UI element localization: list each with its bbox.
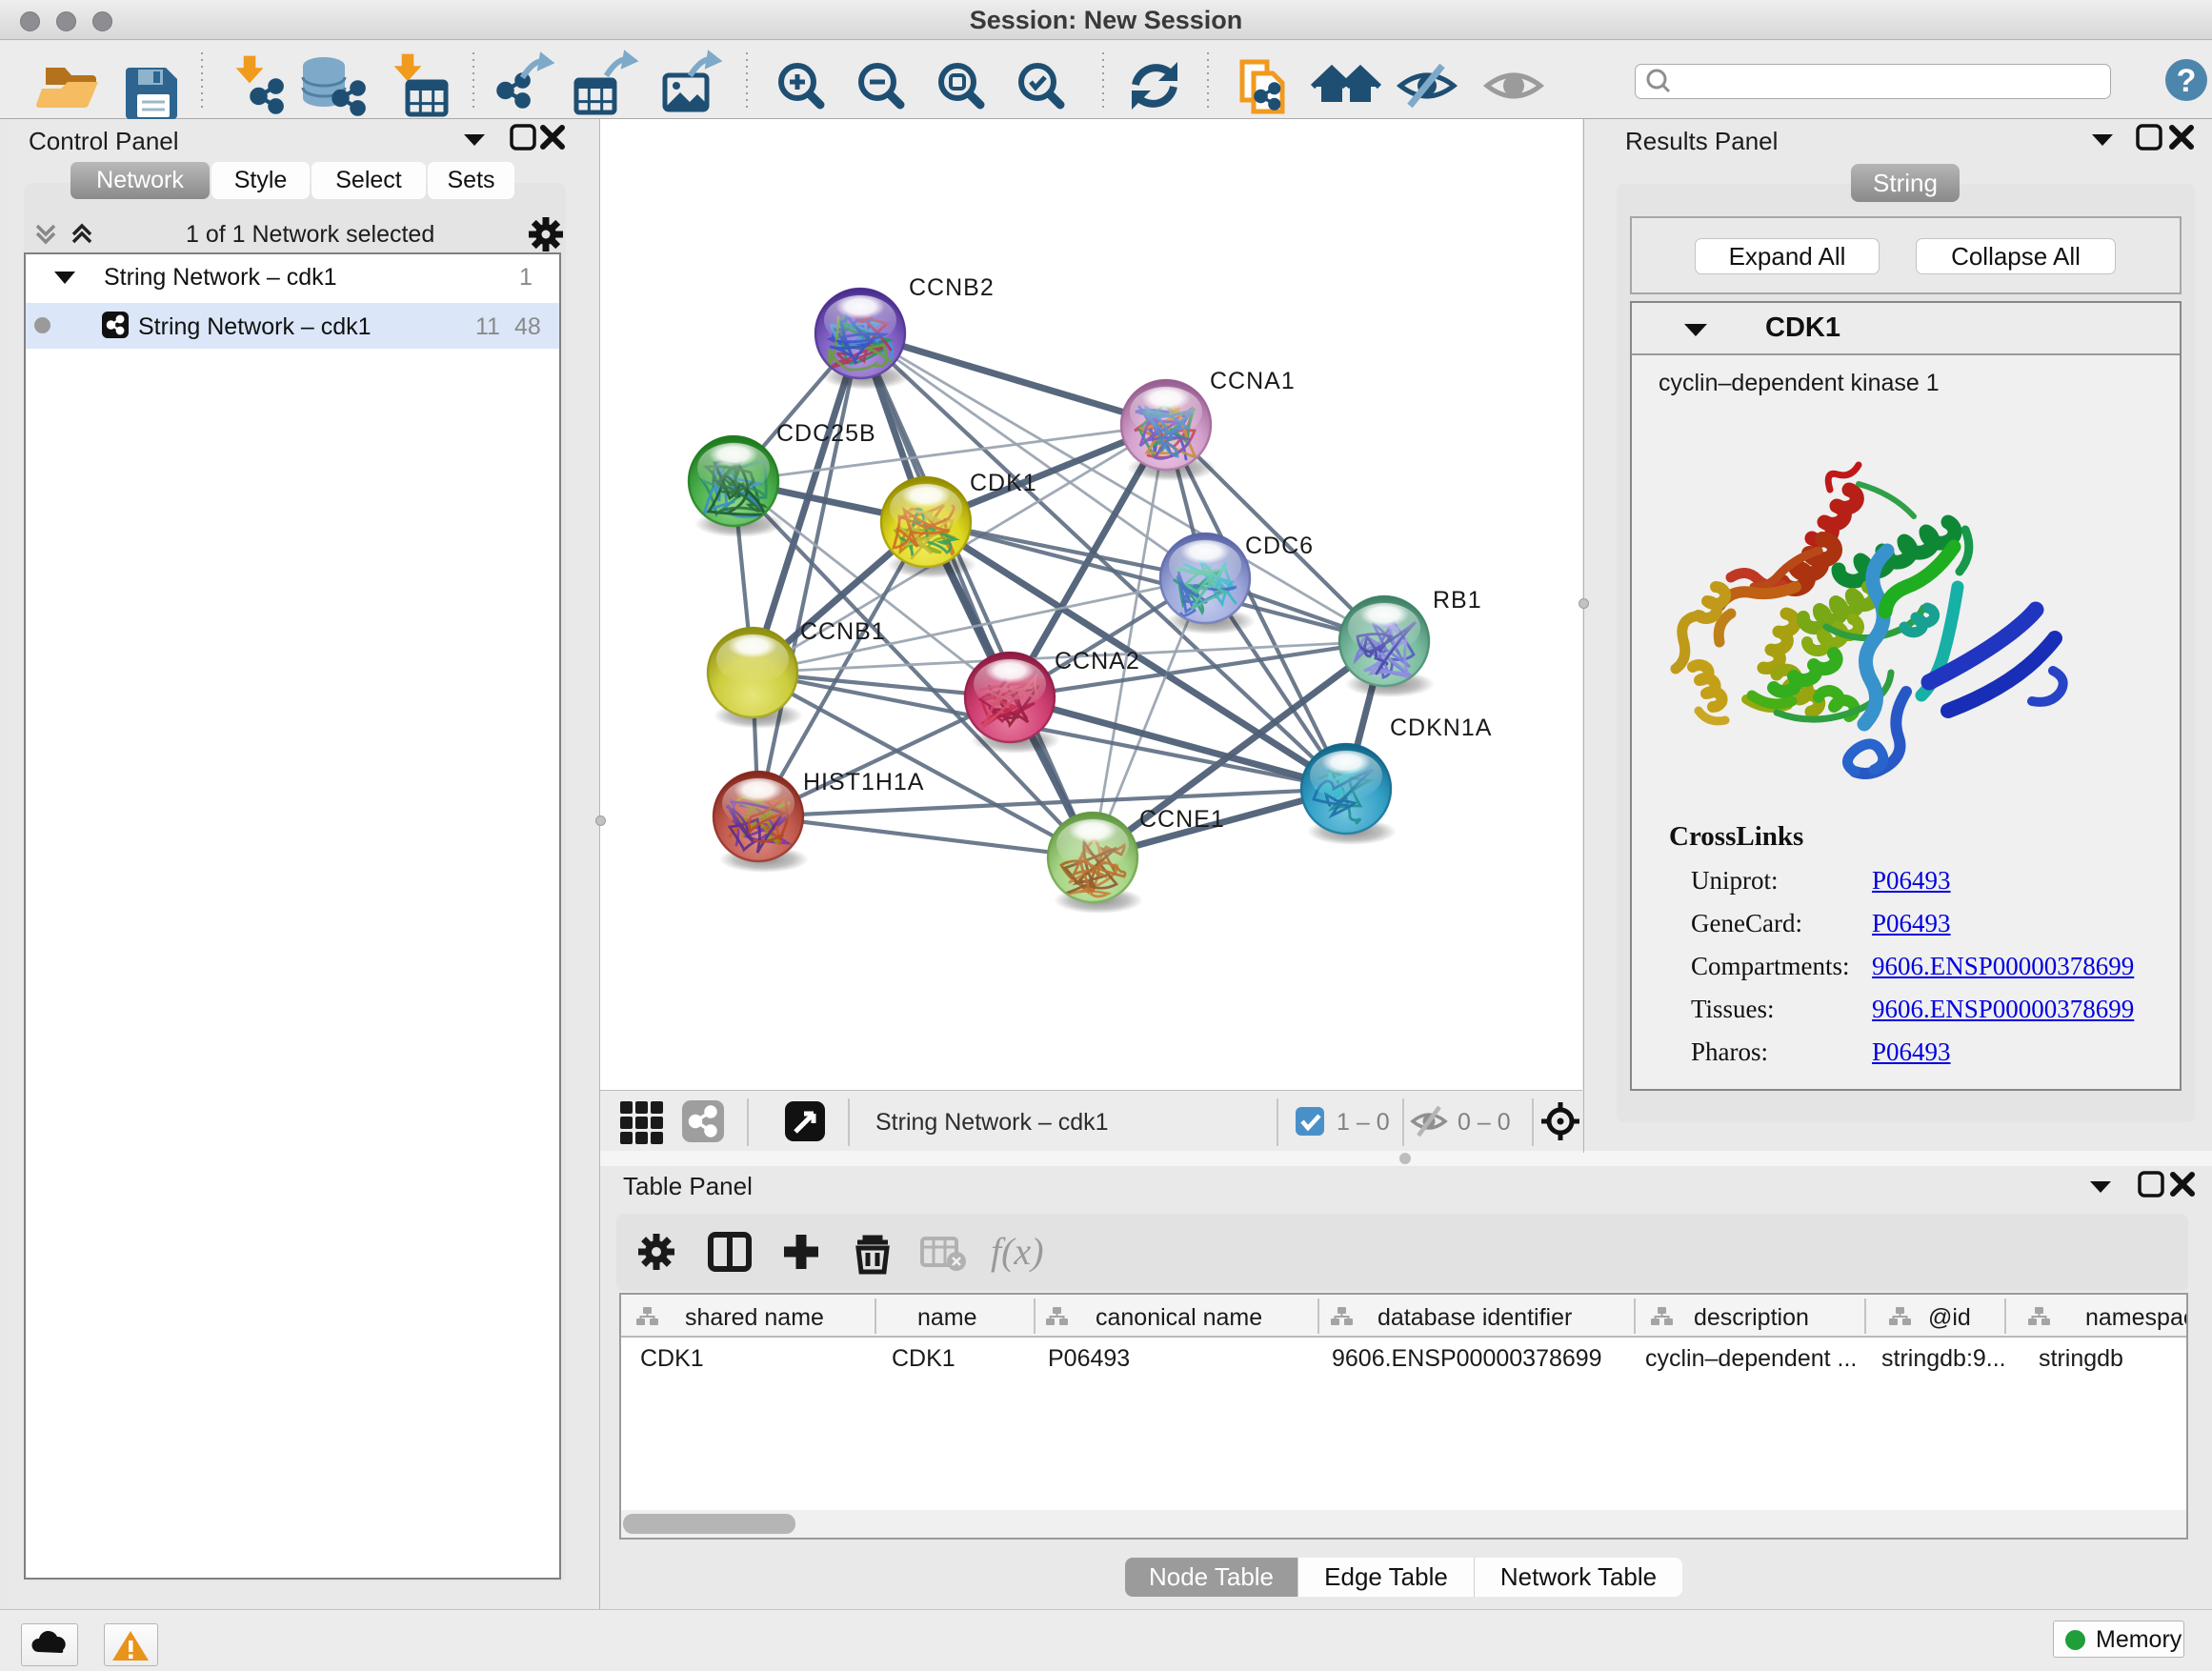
svg-text:String Network – cdk1: String Network – cdk1 <box>875 1109 1109 1136</box>
svg-text:CDKN1A: CDKN1A <box>1390 715 1492 741</box>
svg-text:1 – 0: 1 – 0 <box>1337 1109 1390 1136</box>
svg-text:CDC6: CDC6 <box>1245 533 1314 559</box>
svg-text:@id: @id <box>1928 1304 1971 1331</box>
svg-text:CCNA2: CCNA2 <box>1055 648 1140 674</box>
svg-text:0 – 0: 0 – 0 <box>1458 1109 1511 1136</box>
svg-text:description: description <box>1694 1304 1809 1331</box>
svg-text:namespace: namespace <box>2085 1304 2186 1331</box>
svg-text:CCNA1: CCNA1 <box>1210 368 1296 394</box>
svg-text:HIST1H1A: HIST1H1A <box>803 769 924 795</box>
svg-text:shared name: shared name <box>685 1304 824 1331</box>
svg-text:CCNB2: CCNB2 <box>909 274 995 301</box>
svg-text:canonical name: canonical name <box>1096 1304 1262 1331</box>
svg-text:CCNB1: CCNB1 <box>800 618 886 645</box>
svg-text:f(x): f(x) <box>991 1230 1044 1273</box>
svg-text:?: ? <box>2177 63 2197 99</box>
svg-text:name: name <box>917 1304 977 1331</box>
svg-text:database identifier: database identifier <box>1377 1304 1572 1331</box>
svg-text:RB1: RB1 <box>1433 587 1482 614</box>
svg-text:CCNE1: CCNE1 <box>1139 806 1225 833</box>
svg-text:CDK1: CDK1 <box>970 470 1037 496</box>
svg-text:CDC25B: CDC25B <box>776 420 876 447</box>
